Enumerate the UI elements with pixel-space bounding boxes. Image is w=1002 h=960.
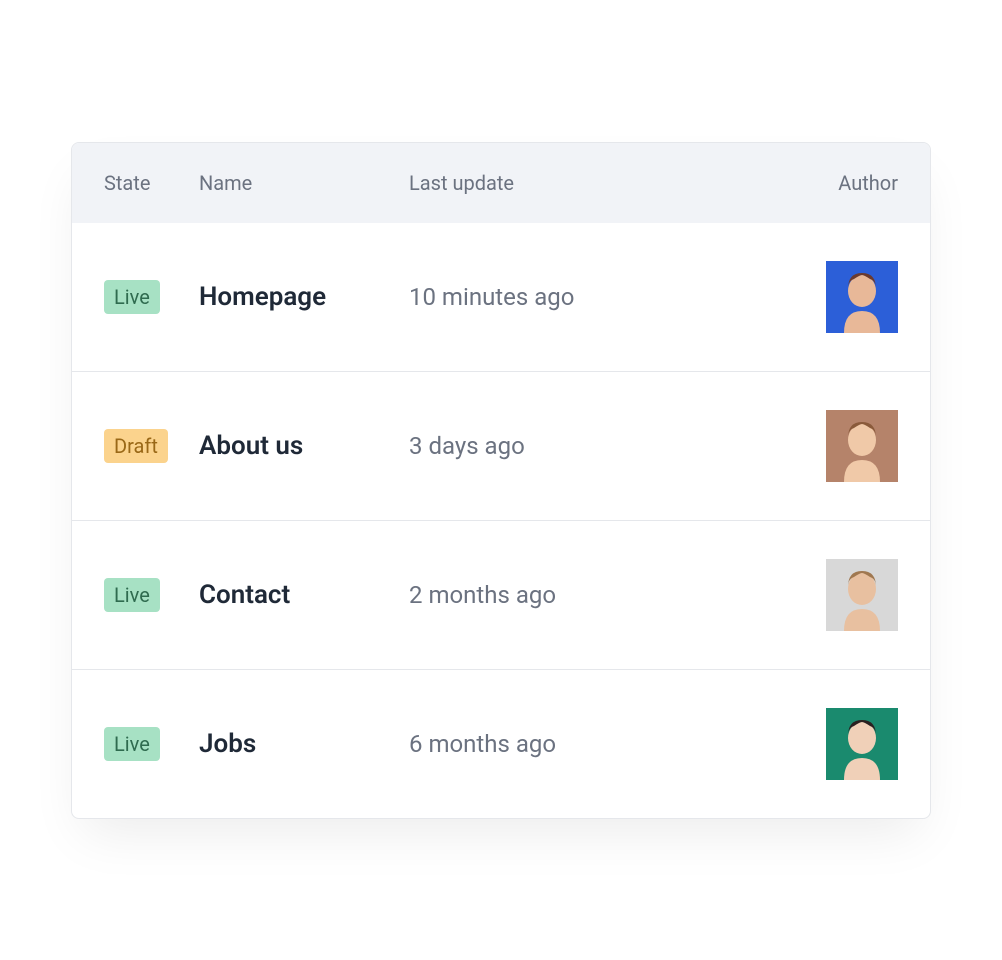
table-row[interactable]: Live Contact2 months ago (72, 520, 930, 669)
table-row[interactable]: Live Jobs6 months ago (72, 669, 930, 818)
table-row[interactable]: Live Homepage10 minutes ago (72, 223, 930, 371)
name-cell: Jobs (199, 729, 409, 759)
avatar[interactable] (826, 410, 898, 482)
last-update-cell: 3 days ago (409, 432, 798, 460)
table-body: Live Homepage10 minutes ago Draft About us… (72, 223, 930, 818)
status-badge: Live (104, 727, 160, 761)
author-cell (798, 261, 898, 333)
status-badge: Live (104, 578, 160, 612)
author-cell (798, 410, 898, 482)
header-name: Name (199, 171, 409, 195)
content-table: State Name Last update Author Live Homepa… (71, 142, 931, 819)
name-cell: Contact (199, 580, 409, 610)
last-update-cell: 10 minutes ago (409, 283, 798, 311)
status-badge: Draft (104, 429, 168, 463)
avatar[interactable] (826, 261, 898, 333)
header-author: Author (798, 171, 898, 195)
author-cell (798, 559, 898, 631)
name-cell: About us (199, 431, 409, 461)
table-header: State Name Last update Author (72, 143, 930, 223)
state-cell: Live (104, 280, 199, 314)
state-cell: Live (104, 578, 199, 612)
table-row[interactable]: Draft About us3 days ago (72, 371, 930, 520)
avatar[interactable] (826, 559, 898, 631)
avatar[interactable] (826, 708, 898, 780)
last-update-cell: 2 months ago (409, 581, 798, 609)
state-cell: Live (104, 727, 199, 761)
state-cell: Draft (104, 429, 199, 463)
status-badge: Live (104, 280, 160, 314)
author-cell (798, 708, 898, 780)
header-last-update: Last update (409, 171, 798, 195)
last-update-cell: 6 months ago (409, 730, 798, 758)
name-cell: Homepage (199, 282, 409, 312)
header-state: State (104, 171, 199, 195)
